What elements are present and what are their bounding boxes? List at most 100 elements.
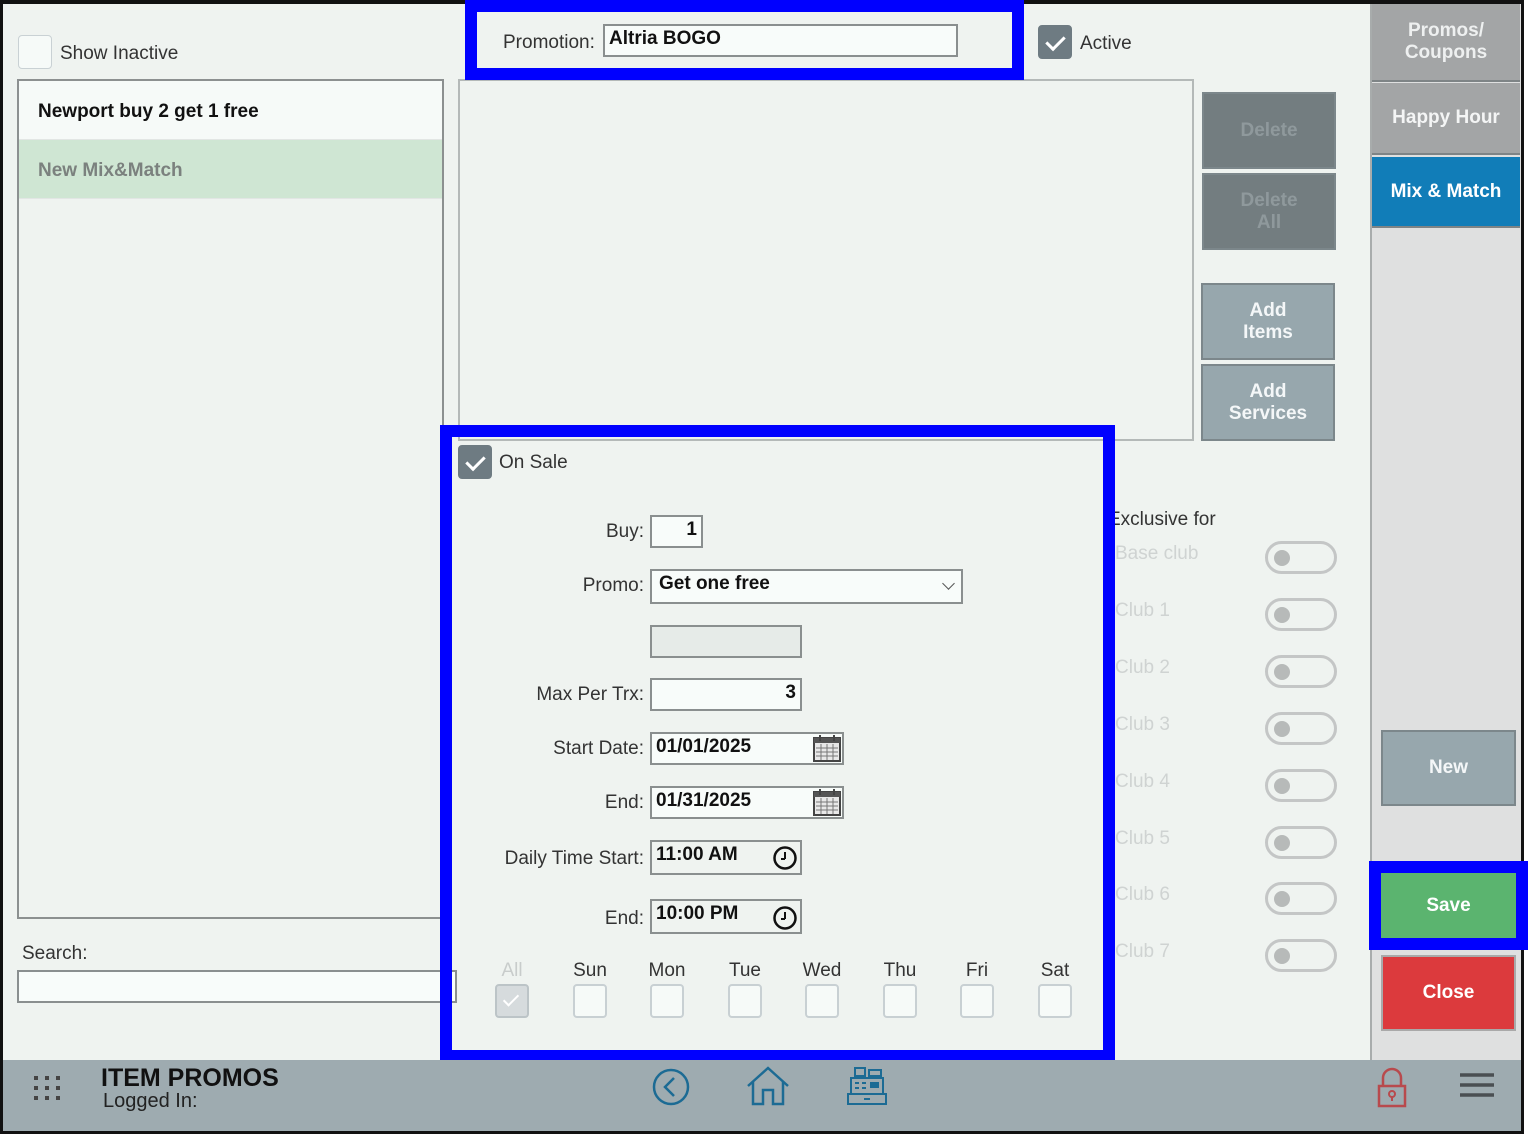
club-label: Club 6 [1115,884,1170,905]
new-button-label: New [1428,757,1469,778]
day-label: All [501,960,523,981]
close-button[interactable]: Close [1381,955,1516,1031]
tab-label: Promos/ [1407,20,1485,41]
hamburger-menu-icon[interactable] [1458,1070,1496,1102]
day-checkbox-wed[interactable] [805,984,839,1018]
footer-bar: ITEM PROMOS Logged In: [3,1060,1521,1131]
day-checkbox-mon[interactable] [650,984,684,1018]
add-services-button[interactable]: Add Services [1201,364,1335,441]
tab-mix-match[interactable]: Mix & Match [1372,157,1520,228]
active-label: Active [1080,33,1132,54]
day-label: Tue [728,960,762,981]
promotion-label: Promotion: [503,32,595,53]
day-checkbox-thu[interactable] [883,984,917,1018]
clock-icon[interactable] [772,845,798,871]
chevron-down-icon [942,577,955,590]
promo-label: Promo: [582,575,644,596]
active-checkbox[interactable] [1038,25,1072,59]
add-items-label-2: Items [1243,321,1293,343]
promotion-list-item-selected[interactable]: New Mix&Match [19,140,442,199]
close-button-label: Close [1422,982,1475,1003]
day-label: Sat [1040,960,1070,981]
club-label: Club 4 [1115,771,1170,792]
add-items-label-1: Add [1249,299,1287,321]
add-items-button[interactable]: Add Items [1201,283,1335,360]
delete-all-button[interactable]: Delete All [1202,173,1336,250]
promotion-list-item[interactable]: Newport buy 2 get 1 free [19,81,442,140]
check-icon [502,990,520,1007]
delete-all-label-2: All [1256,211,1282,233]
save-button[interactable]: Save [1381,873,1516,938]
new-button[interactable]: New [1381,730,1516,806]
club-toggle[interactable] [1265,598,1337,631]
back-icon[interactable] [651,1067,691,1107]
clock-icon[interactable] [772,905,798,931]
logged-in-label: Logged In: [103,1090,198,1112]
search-label: Search: [22,943,88,964]
club-toggle[interactable] [1265,655,1337,688]
screen-title: ITEM PROMOS [101,1064,279,1092]
club-label: Club 5 [1115,828,1170,849]
lock-icon[interactable] [1375,1066,1409,1110]
day-checkbox-sat[interactable] [1038,984,1072,1018]
start-date-label: Start Date: [553,738,644,759]
end-date-label: End: [604,792,644,813]
max-per-trx-label: Max Per Trx: [536,684,644,705]
club-toggle[interactable] [1265,939,1337,972]
day-label: Thu [883,960,917,981]
promotion-name: Newport buy 2 get 1 free [38,101,259,122]
cash-register-icon[interactable] [845,1064,889,1108]
calendar-icon[interactable] [812,787,842,817]
home-icon[interactable] [745,1064,791,1108]
apps-grid-icon[interactable] [31,1072,63,1104]
add-services-label-2: Services [1228,402,1308,424]
search-input[interactable] [17,970,457,1003]
on-sale-checkbox[interactable] [458,445,492,479]
club-label: Club 2 [1115,657,1170,678]
daily-time-start-label: Daily Time Start: [504,848,644,869]
calendar-icon[interactable] [812,733,842,763]
show-inactive-checkbox[interactable] [18,35,52,69]
promo-select-value: Get one free [659,573,770,594]
end-date-value: 01/31/2025 [656,790,752,811]
daily-time-end-label: End: [604,908,644,929]
time-start-value: 11:00 AM [656,844,738,865]
promotion-list: Newport buy 2 get 1 free New Mix&Match [17,79,444,919]
promotion-name-input[interactable]: Altria BOGO [603,24,958,57]
day-label: Fri [965,960,989,981]
delete-button-label: Delete [1240,119,1298,141]
day-checkbox-sun[interactable] [573,984,607,1018]
club-toggle[interactable] [1265,712,1337,745]
add-services-label-1: Add [1249,380,1287,402]
save-button-label: Save [1426,894,1471,916]
club-toggle[interactable] [1265,541,1337,574]
day-label: Wed [802,960,842,981]
tab-label: Happy Hour [1392,107,1500,128]
delete-all-label-1: Delete [1240,189,1298,211]
show-inactive-label: Show Inactive [60,43,179,64]
tab-happy-hour[interactable]: Happy Hour [1372,83,1520,155]
club-label: Club 3 [1115,714,1170,735]
buy-input[interactable]: 1 [650,515,703,548]
club-label: Base club [1115,543,1199,564]
delete-button[interactable]: Delete [1202,92,1336,169]
club-toggle[interactable] [1265,882,1337,915]
tab-label: Coupons [1404,42,1488,63]
items-list-area [458,79,1194,441]
day-label: Sun [573,960,607,981]
tab-promos-coupons[interactable]: Promos/Coupons [1372,4,1520,82]
buy-label: Buy: [605,521,644,542]
promo-value-input-disabled [650,625,802,658]
day-checkbox-tue[interactable] [728,984,762,1018]
max-per-trx-input[interactable]: 3 [650,678,802,711]
club-toggle[interactable] [1265,769,1337,802]
promo-select[interactable]: Get one free [650,569,963,604]
day-checkbox-all [495,984,529,1018]
club-toggle[interactable] [1265,826,1337,859]
club-label: Club 1 [1115,600,1170,621]
promotion-name: New Mix&Match [38,160,183,181]
on-sale-label: On Sale [499,452,568,473]
exclusive-for-title: Exclusive for [1108,509,1216,530]
day-checkbox-fri[interactable] [960,984,994,1018]
tab-label: Mix & Match [1390,180,1502,202]
